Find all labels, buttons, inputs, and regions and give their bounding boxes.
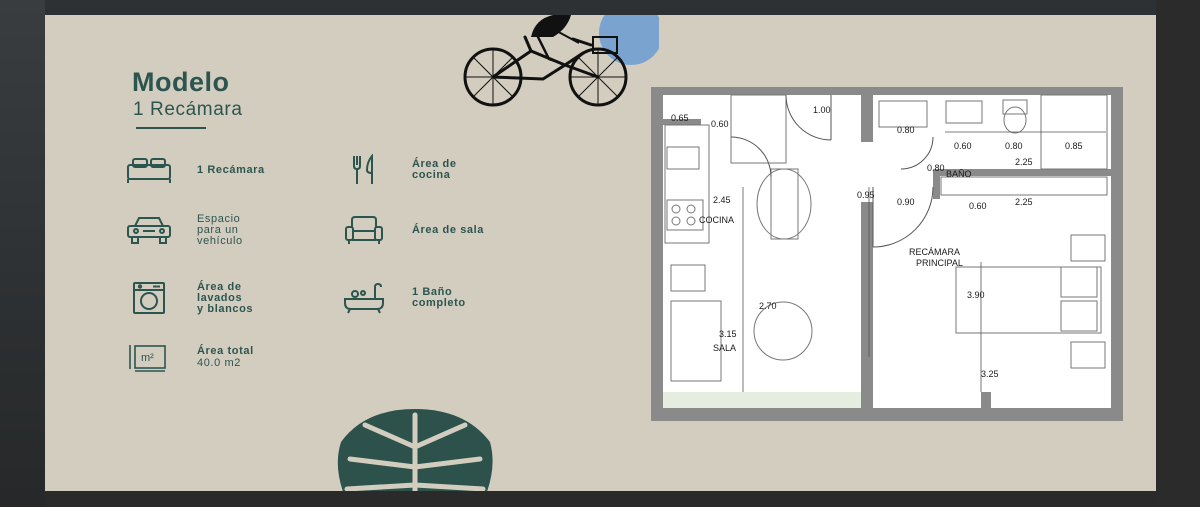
feature-label: Espacio para un vehículo [197, 212, 243, 247]
dim-label: 0.80 [897, 125, 915, 135]
dim-label: 2.45 [713, 195, 731, 205]
feature-bathroom: 1 Baño completo [340, 280, 466, 316]
background-strip [45, 0, 1200, 15]
dim-label: 0.60 [969, 201, 987, 211]
page-title: Modelo [132, 67, 230, 97]
bathtub-icon [340, 280, 388, 316]
bedroom-label-2: PRINCIPAL [916, 258, 963, 268]
utensils-icon [340, 152, 388, 188]
living-label: SALA [713, 343, 736, 353]
feature-living: Área de sala [340, 212, 484, 248]
feature-laundry: Área de lavados y blancos [125, 280, 253, 316]
monstera-leaf-illustration [337, 409, 493, 491]
feature-label: Área de sala [412, 223, 485, 236]
bedroom-label: RECÁMARA [909, 247, 960, 257]
floor-plan: COCINA SALA BAÑO RECÁMARA PRINCIPAL 0.65… [651, 87, 1123, 421]
feature-label: 1 Recámara [197, 163, 265, 176]
feature-value: 40.0 m2 [197, 356, 241, 369]
dim-label: 0.80 [927, 163, 945, 173]
feature-label: Área total [197, 344, 254, 357]
feature-parking: Espacio para un vehículo [125, 212, 243, 248]
dim-label: 0.85 [1065, 141, 1083, 151]
dim-label: 0.60 [954, 141, 972, 151]
dim-label: 2.70 [759, 301, 777, 311]
dim-label: 1.00 [813, 105, 831, 115]
bath-label: BAÑO [946, 169, 972, 179]
washing-machine-icon [125, 280, 173, 316]
cyclist-illustration [463, 15, 659, 107]
dim-label: 0.65 [671, 113, 689, 123]
feature-kitchen: Área de cocina [340, 152, 457, 188]
feature-label: Área de cocina [412, 158, 457, 181]
area-icon: m² [125, 339, 173, 375]
kitchen-label: COCINA [699, 215, 734, 225]
car-icon [125, 212, 173, 248]
dim-label: 3.90 [967, 290, 985, 300]
feature-bedroom: 1 Recámara [125, 152, 265, 188]
background-dark [1156, 0, 1200, 507]
dim-label: 0.95 [857, 190, 875, 200]
title-underline [136, 127, 206, 129]
area-icon-text: m² [141, 352, 154, 364]
bed-icon [125, 152, 173, 188]
dim-label: 0.90 [897, 197, 915, 207]
background-photo [0, 0, 45, 507]
feature-label: 1 Baño completo [412, 286, 466, 309]
model-card: Modelo 1 Recámara 1 Recámara Área de coc… [45, 15, 1156, 491]
page-subtitle: 1 Recámara [133, 99, 243, 120]
dim-label: 2.25 [1015, 197, 1033, 207]
armchair-icon [340, 212, 388, 248]
dim-label: 3.25 [981, 369, 999, 379]
feature-total-area: m² Área total 40.0 m2 [125, 339, 254, 375]
dim-label: 0.80 [1005, 141, 1023, 151]
dim-label: 2.25 [1015, 157, 1033, 167]
feature-label: Área de lavados y blancos [197, 280, 254, 315]
dim-label: 3.15 [719, 329, 737, 339]
dim-label: 0.60 [711, 119, 729, 129]
